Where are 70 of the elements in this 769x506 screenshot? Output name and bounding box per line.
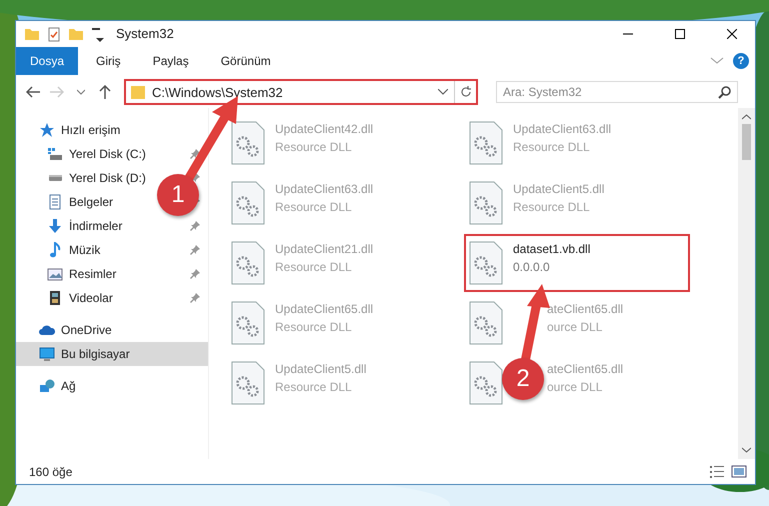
- sidebar-item[interactable]: Ağ: [16, 374, 208, 398]
- download-icon: [47, 218, 63, 234]
- music-note-icon: [47, 242, 63, 258]
- sidebar-item[interactable]: Hızlı erişim: [16, 118, 208, 142]
- file-detail: Resource DLL: [275, 200, 352, 214]
- file-name[interactable]: dataset1.vb.dll: [513, 242, 590, 256]
- sidebar-item[interactable]: Yerel Disk (C:): [69, 147, 146, 161]
- item-count: 160 öğe: [29, 464, 74, 478]
- file-gear-icon: [231, 241, 265, 285]
- maximize-icon: [675, 28, 685, 38]
- file-detail: Resource DLL: [513, 200, 590, 214]
- help-button[interactable]: ?: [733, 53, 749, 69]
- scrollbar[interactable]: [738, 108, 755, 459]
- computer-icon: [39, 346, 55, 362]
- file-gear-icon: [469, 241, 503, 285]
- details-view-icon: [709, 464, 725, 480]
- properties-icon: [46, 26, 62, 42]
- minimize-icon: [623, 32, 633, 34]
- dropdown-icon: [438, 89, 448, 95]
- ribbon-tab[interactable]: Paylaş: [138, 47, 203, 75]
- file-gear-icon: [469, 361, 503, 405]
- large-icons-view-icon: [731, 464, 747, 480]
- drive-icon: [49, 175, 62, 181]
- file-gear-icon: [231, 121, 265, 165]
- window-title: System32: [116, 26, 175, 41]
- scroll-down-icon[interactable]: [742, 447, 751, 453]
- sidebar-item[interactable]: Müzik: [69, 243, 100, 257]
- sidebar-item[interactable]: Resimler: [69, 267, 116, 281]
- file-detail: Resource DLL: [275, 260, 352, 274]
- file-gear-icon: [469, 181, 503, 225]
- sidebar-item[interactable]: Videolar: [69, 291, 113, 305]
- file-detail: ource DLL: [547, 320, 602, 334]
- file-detail: Resource DLL: [275, 320, 352, 334]
- caret-icon: [77, 89, 85, 95]
- file-detail: 0.0.0.0: [513, 260, 550, 274]
- file-gear-icon: [231, 361, 265, 405]
- sidebar-item[interactable]: Yerel Disk (D:): [69, 171, 146, 185]
- film-icon: [47, 290, 63, 306]
- file-gear-icon: [469, 121, 503, 165]
- file-detail: Resource DLL: [513, 140, 590, 154]
- file-detail: ource DLL: [547, 380, 602, 394]
- file-gear-icon: [231, 301, 265, 345]
- search-field[interactable]: Ara: System32: [496, 81, 738, 103]
- picture-icon: [47, 266, 63, 282]
- star-icon: [39, 122, 55, 138]
- network-icon: [39, 378, 55, 394]
- forward-arrow-icon: [50, 86, 64, 98]
- scrollbar-thumb[interactable]: [742, 124, 751, 160]
- drive-icon: [47, 146, 63, 162]
- refresh-icon: [460, 86, 472, 98]
- sidebar-item[interactable]: Belgeler: [69, 195, 114, 209]
- scroll-up-icon[interactable]: [742, 114, 751, 120]
- ribbon-tab[interactable]: Görünüm: [206, 47, 285, 75]
- close-icon: [727, 28, 737, 38]
- search-icon: [717, 85, 731, 99]
- file-gear-icon: [469, 301, 503, 345]
- file-detail: Resource DLL: [275, 380, 352, 394]
- customize-toolbar-icon: [90, 26, 106, 42]
- ribbon-tab[interactable]: Giriş: [82, 47, 135, 75]
- ribbon-tab[interactable]: Dosya: [16, 47, 78, 75]
- up-arrow-icon: [99, 85, 111, 99]
- sidebar-item[interactable]: İndirmeler: [69, 219, 122, 233]
- sidebar-item[interactable]: OneDrive: [16, 318, 208, 342]
- back-arrow-icon: [26, 86, 40, 98]
- file-gear-icon: [231, 181, 265, 225]
- document-icon: [47, 194, 63, 210]
- sidebar-item[interactable]: Bu bilgisayar: [16, 342, 208, 366]
- folder-icon: [130, 84, 146, 100]
- address-bar[interactable]: C:\Windows\System32: [124, 79, 478, 105]
- file-detail: Resource DLL: [275, 140, 352, 154]
